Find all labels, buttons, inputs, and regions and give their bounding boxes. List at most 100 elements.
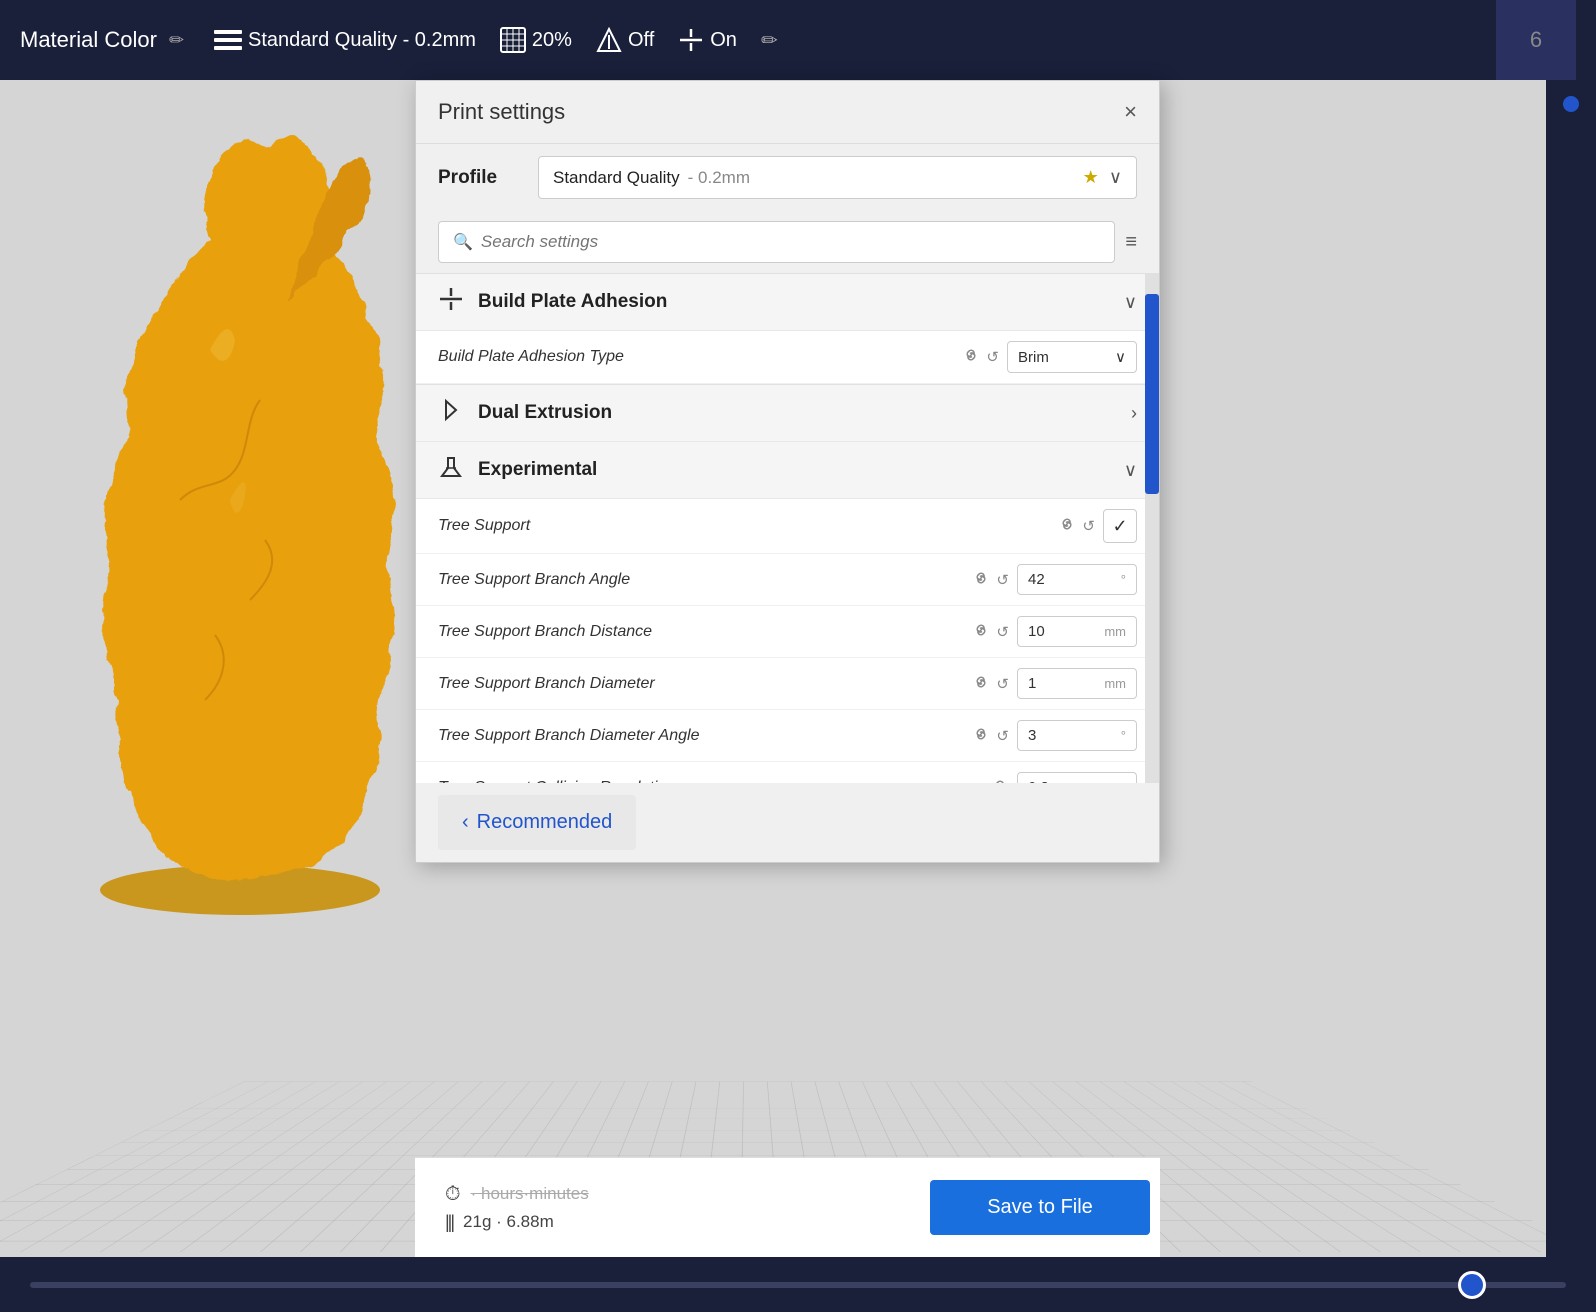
adhesion-type-value[interactable]: Brim ∨: [1007, 341, 1137, 373]
reset-icon-tree-support[interactable]: ↺: [1082, 517, 1095, 535]
infill-selector[interactable]: 20%: [500, 27, 572, 53]
dropdown-chevron: ∨: [1115, 348, 1126, 366]
top-bar-left: Material Color ✏: [20, 27, 184, 53]
setting-row-branch-diameter: Tree Support Branch Diameter ↺ 1 mm: [416, 658, 1159, 710]
section-experimental[interactable]: Experimental ∨: [416, 442, 1159, 499]
recommended-button[interactable]: ‹ Recommended: [438, 795, 636, 850]
adhesion-icon: [678, 27, 704, 53]
recommended-label: Recommended: [477, 811, 613, 834]
adhesion-value: On: [710, 29, 737, 52]
section-header-left: Build Plate Adhesion: [438, 286, 667, 318]
profile-quality: Standard Quality: [553, 168, 680, 188]
profile-select-text: Standard Quality - 0.2mm: [553, 168, 750, 188]
profile-size: - 0.2mm: [688, 168, 750, 188]
timeline-thumb[interactable]: [1458, 1271, 1486, 1299]
reset-icon-branch-diameter-angle[interactable]: ↺: [996, 727, 1009, 745]
branch-diameter-value[interactable]: 1 mm: [1017, 668, 1137, 699]
top-bar-edit-icon[interactable]: ✏: [169, 30, 184, 51]
setting-row-branch-angle: Tree Support Branch Angle ↺ 42 °: [416, 554, 1159, 606]
setting-actions-branch-distance: ↺: [972, 621, 1009, 643]
profile-row: Profile Standard Quality - 0.2mm ★ ∨: [416, 144, 1159, 211]
setting-row-branch-distance: Tree Support Branch Distance ↺ 10 mm: [416, 606, 1159, 658]
setting-name-branch-diameter: Tree Support Branch Diameter: [438, 675, 972, 693]
profile-dropdown[interactable]: Standard Quality - 0.2mm ★ ∨: [538, 156, 1137, 199]
branch-angle-value[interactable]: 42 °: [1017, 564, 1137, 595]
material-label: 21g · 6.88m: [463, 1212, 554, 1232]
star-icon[interactable]: ★: [1083, 167, 1099, 188]
side-indicator-dot: [1563, 96, 1579, 112]
section-chevron-exp: ∨: [1124, 460, 1137, 481]
save-to-file-button[interactable]: Save to File: [930, 1180, 1150, 1235]
setting-name-branch-distance: Tree Support Branch Distance: [438, 623, 972, 641]
clock-icon: ⏱: [445, 1183, 461, 1206]
setting-actions-branch-diameter: ↺: [972, 673, 1009, 695]
top-bar-edit-btn[interactable]: ✏: [761, 28, 778, 53]
link-icon-tree-support[interactable]: [1058, 515, 1076, 537]
section-chevron-dual: ›: [1131, 403, 1137, 424]
build-plate-icon: [438, 286, 464, 318]
material-color-label: Material Color: [20, 27, 157, 53]
chevron-down-icon[interactable]: ∨: [1109, 167, 1122, 188]
section-build-plate-adhesion[interactable]: Build Plate Adhesion ∨: [416, 274, 1159, 331]
link-icon-branch-diameter[interactable]: [972, 673, 990, 695]
print-quality-label: Standard Quality - 0.2mm: [248, 29, 476, 52]
supports-selector[interactable]: Off: [596, 27, 654, 53]
reset-icon-branch-angle[interactable]: ↺: [996, 571, 1009, 589]
section-dual-extrusion[interactable]: Dual Extrusion ›: [416, 384, 1159, 442]
material-info: ||| 21g · 6.88m: [435, 1212, 599, 1233]
link-icon-collision[interactable]: [991, 777, 1009, 784]
3d-model[interactable]: [50, 100, 430, 920]
reset-icon-adhesion[interactable]: ↺: [986, 348, 999, 366]
setting-actions-branch-angle: ↺: [972, 569, 1009, 591]
branch-distance-value[interactable]: 10 mm: [1017, 616, 1137, 647]
side-panel-right: [1546, 80, 1596, 1257]
recommended-chevron: ‹: [462, 811, 469, 834]
close-button[interactable]: ×: [1124, 99, 1137, 125]
timeline-track[interactable]: [30, 1282, 1566, 1288]
setting-row-collision-resolution: Tree Support Collision Resolution 0.2 mm: [416, 762, 1159, 783]
section-header-left-exp: Experimental: [438, 454, 597, 486]
top-bar-right-panel: 6: [1496, 0, 1576, 80]
bottom-info-panel: ⏱ · hours·minutes ||| 21g · 6.88m Save t…: [415, 1157, 1160, 1257]
section-header-left-dual: Dual Extrusion: [438, 397, 612, 429]
filter-menu-icon[interactable]: ≡: [1125, 231, 1137, 254]
link-icon-branch-diameter-angle[interactable]: [972, 725, 990, 747]
section-chevron-adhesion: ∨: [1124, 292, 1137, 313]
adhesion-selector[interactable]: On: [678, 27, 737, 53]
settings-list: Build Plate Adhesion ∨ Build Plate Adhes…: [416, 273, 1159, 783]
reset-icon-branch-diameter[interactable]: ↺: [996, 675, 1009, 693]
setting-name-branch-angle: Tree Support Branch Angle: [438, 571, 972, 589]
infill-icon: [500, 27, 526, 53]
print-quality-selector[interactable]: Standard Quality - 0.2mm: [214, 28, 476, 52]
section-title-dual: Dual Extrusion: [478, 402, 612, 424]
section-title-adhesion: Build Plate Adhesion: [478, 291, 667, 313]
branch-diameter-angle-value[interactable]: 3 °: [1017, 720, 1137, 751]
model-svg: [50, 100, 430, 920]
link-icon-adhesion[interactable]: [962, 346, 980, 368]
setting-actions-branch-diameter-angle: ↺: [972, 725, 1009, 747]
scrollbar[interactable]: [1145, 274, 1159, 783]
tree-support-checkbox[interactable]: ✓: [1103, 509, 1137, 543]
supports-icon: [596, 27, 622, 53]
setting-row-branch-diameter-angle: Tree Support Branch Diameter Angle ↺ 3 °: [416, 710, 1159, 762]
panel-title: Print settings: [438, 99, 565, 125]
collision-resolution-value[interactable]: 0.2 mm: [1017, 772, 1137, 783]
timeline-bar: [0, 1257, 1596, 1312]
scrollbar-thumb[interactable]: [1145, 294, 1159, 494]
profile-select-icons: ★ ∨: [1083, 167, 1122, 188]
setting-row-adhesion-type: Build Plate Adhesion Type ↺ Brim ∨: [416, 331, 1159, 384]
print-settings-panel: Print settings × Profile Standard Qualit…: [415, 80, 1160, 863]
link-icon-branch-angle[interactable]: [972, 569, 990, 591]
material-bar-icon: |||: [445, 1212, 453, 1233]
time-info: ⏱ · hours·minutes: [435, 1183, 599, 1206]
panel-header: Print settings ×: [416, 81, 1159, 144]
top-bar: Material Color ✏ Standard Quality - 0.2m…: [0, 0, 1596, 80]
dual-extrusion-icon: [438, 397, 464, 429]
time-label: · hours·minutes: [471, 1184, 589, 1204]
link-icon-branch-distance[interactable]: [972, 621, 990, 643]
search-input[interactable]: [481, 232, 1100, 252]
supports-value: Off: [628, 29, 654, 52]
setting-actions-tree-support: ↺: [1058, 515, 1095, 537]
setting-name-branch-diameter-angle: Tree Support Branch Diameter Angle: [438, 727, 972, 745]
reset-icon-branch-distance[interactable]: ↺: [996, 623, 1009, 641]
